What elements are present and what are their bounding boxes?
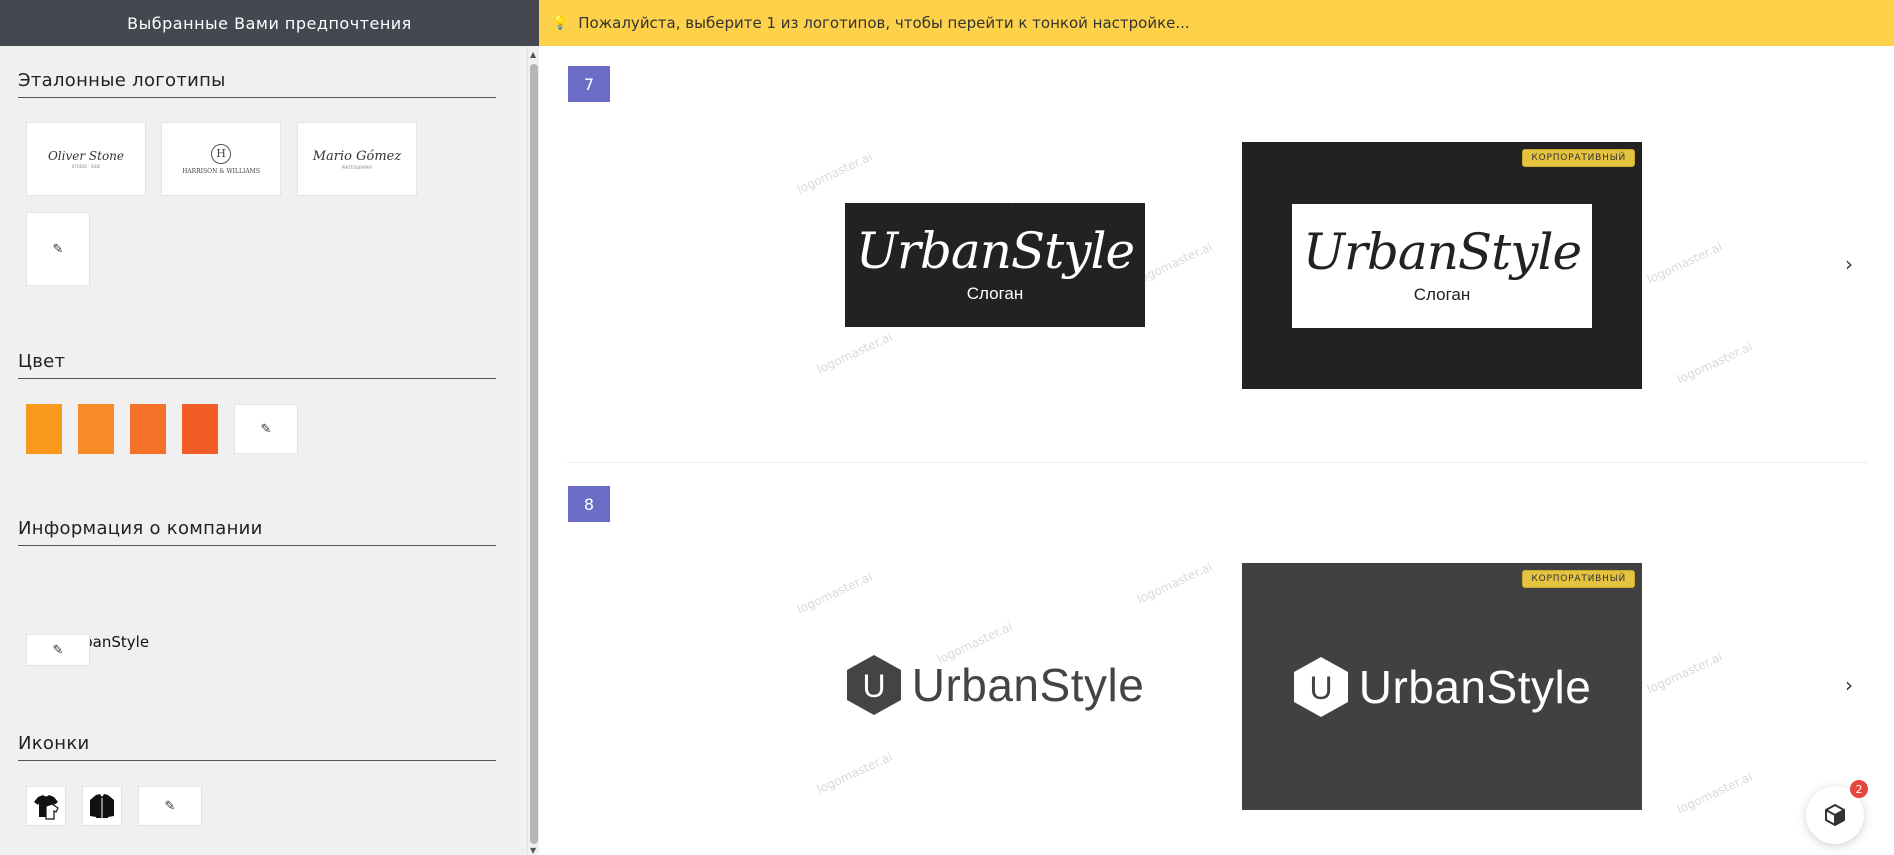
preferences-panel: Эталонные логотипы Oliver Stone STUDIO ·… — [0, 46, 527, 855]
corporate-badge: КОРПОРАТИВНЫЙ — [1522, 570, 1635, 588]
reference-logo-2[interactable]: H HARRISON & WILLIAMS — [161, 122, 281, 196]
chevron-right-icon[interactable]: › — [1845, 673, 1853, 697]
logo-mockup-8-corporate[interactable]: U UrbanStyle КОРПОРАТИВНЫЙ — [1242, 563, 1642, 810]
watermark: logomaster.ai — [1644, 239, 1725, 287]
scroll-up-arrow[interactable]: ▲ — [530, 50, 536, 59]
reference-logos-title: Эталонные логотипы — [18, 70, 496, 98]
logo-wordmark: UrbanStyle — [1358, 660, 1592, 713]
hexagon-letter: U — [1309, 670, 1332, 706]
icon-choice-jacket[interactable] — [82, 786, 122, 826]
watermark: logomaster.ai — [794, 569, 875, 617]
lightbulb-icon: 💡 — [552, 15, 569, 31]
edit-icon: ✎ — [164, 798, 176, 814]
logo-results: 7 logomaster.ai logomaster.ai logomaster… — [539, 46, 1894, 855]
logo-slogan: Слоган — [966, 284, 1024, 303]
logo-slogan: Слоган — [1413, 284, 1471, 304]
icon-choice-tshirt[interactable] — [26, 786, 66, 826]
edit-company-info-button[interactable]: ✎ — [26, 634, 90, 666]
logo-number-badge: 7 — [568, 66, 610, 102]
watermark: logomaster.ai — [1134, 559, 1215, 607]
logo-preview-8-light[interactable]: U UrbanStyle — [845, 640, 1145, 730]
preferences-header-title: Выбранные Вами предпочтения — [127, 13, 412, 33]
reference-logo-3-subtitle: PHOTOGRAPHY — [341, 164, 373, 170]
edit-color-button[interactable]: ✎ — [234, 404, 298, 454]
notice-bar: 💡 Пожалуйста, выберите 1 из логотипов, ч… — [539, 0, 1894, 46]
watermark: logomaster.ai — [794, 149, 875, 197]
hexagon-monogram-icon: U — [1293, 656, 1348, 717]
reference-logo-1[interactable]: Oliver Stone STUDIO · SIDE — [26, 122, 146, 196]
logo-lockup: U UrbanStyle — [1293, 656, 1592, 718]
logo-number-badge: 8 — [568, 486, 610, 522]
company-info-title: Информация о компании — [18, 518, 496, 546]
watermark: logomaster.ai — [814, 749, 895, 797]
reference-logo-2-name: HARRISON & WILLIAMS — [182, 167, 260, 175]
logo-mockup-7-corporate[interactable]: UrbanStyle Слоган КОРПОРАТИВНЫЙ — [1242, 142, 1642, 389]
logo-wordmark: UrbanStyle — [911, 659, 1145, 711]
row-divider — [567, 462, 1867, 463]
color-swatch-1[interactable] — [26, 404, 62, 454]
watermark: logomaster.ai — [1644, 649, 1725, 697]
color-swatch-3[interactable] — [130, 404, 166, 454]
scroll-down-arrow[interactable]: ▼ — [530, 846, 536, 855]
hexagon-letter: U — [862, 668, 885, 704]
color-swatch-2[interactable] — [78, 404, 114, 454]
reference-logo-1-subtitle: STUDIO · SIDE — [71, 164, 101, 169]
jacket-icon — [90, 794, 114, 818]
logo-wordmark: UrbanStyle — [855, 222, 1135, 280]
notification-badge: 2 — [1850, 780, 1868, 798]
watermark: logomaster.ai — [1134, 239, 1215, 287]
sidebar-scrollbar[interactable]: ▲ ▼ — [527, 46, 539, 855]
notice-text: Пожалуйста, выберите 1 из логотипов, что… — [578, 14, 1190, 32]
color-title: Цвет — [18, 351, 496, 379]
logo-mockup-card: UrbanStyle Слоган — [1292, 203, 1592, 328]
scrollbar-thumb[interactable] — [530, 64, 538, 844]
preferences-header: Выбранные Вами предпочтения — [0, 0, 539, 46]
cube-icon — [1825, 803, 1845, 827]
reference-logo-3-name: Mario Gómez — [312, 148, 402, 164]
edit-icons-button[interactable]: ✎ — [138, 786, 202, 826]
watermark: logomaster.ai — [1674, 769, 1755, 817]
watermark: logomaster.ai — [814, 329, 895, 377]
reference-logo-3[interactable]: Mario Gómez PHOTOGRAPHY — [297, 122, 417, 196]
logo-lockup: U UrbanStyle — [846, 654, 1145, 716]
corporate-badge: КОРПОРАТИВНЫЙ — [1522, 149, 1635, 167]
color-swatch-4[interactable] — [182, 404, 218, 454]
chevron-right-icon[interactable]: › — [1845, 252, 1853, 276]
tshirt-icon — [34, 795, 59, 820]
edit-icon: ✎ — [52, 241, 64, 257]
hexagon-monogram-icon: U — [846, 655, 901, 715]
edit-icon: ✎ — [52, 642, 64, 658]
logo-preview-7-dark[interactable]: UrbanStyle Слоган — [845, 203, 1145, 327]
reference-logo-1-name: Oliver Stone — [47, 149, 125, 163]
icons-title: Иконки — [18, 733, 496, 761]
watermark: logomaster.ai — [1674, 339, 1755, 387]
edit-reference-logos-button[interactable]: ✎ — [26, 212, 90, 286]
reference-logo-2-monogram: H — [211, 143, 231, 164]
edit-icon: ✎ — [260, 421, 272, 437]
logo-wordmark: UrbanStyle — [1302, 222, 1582, 281]
